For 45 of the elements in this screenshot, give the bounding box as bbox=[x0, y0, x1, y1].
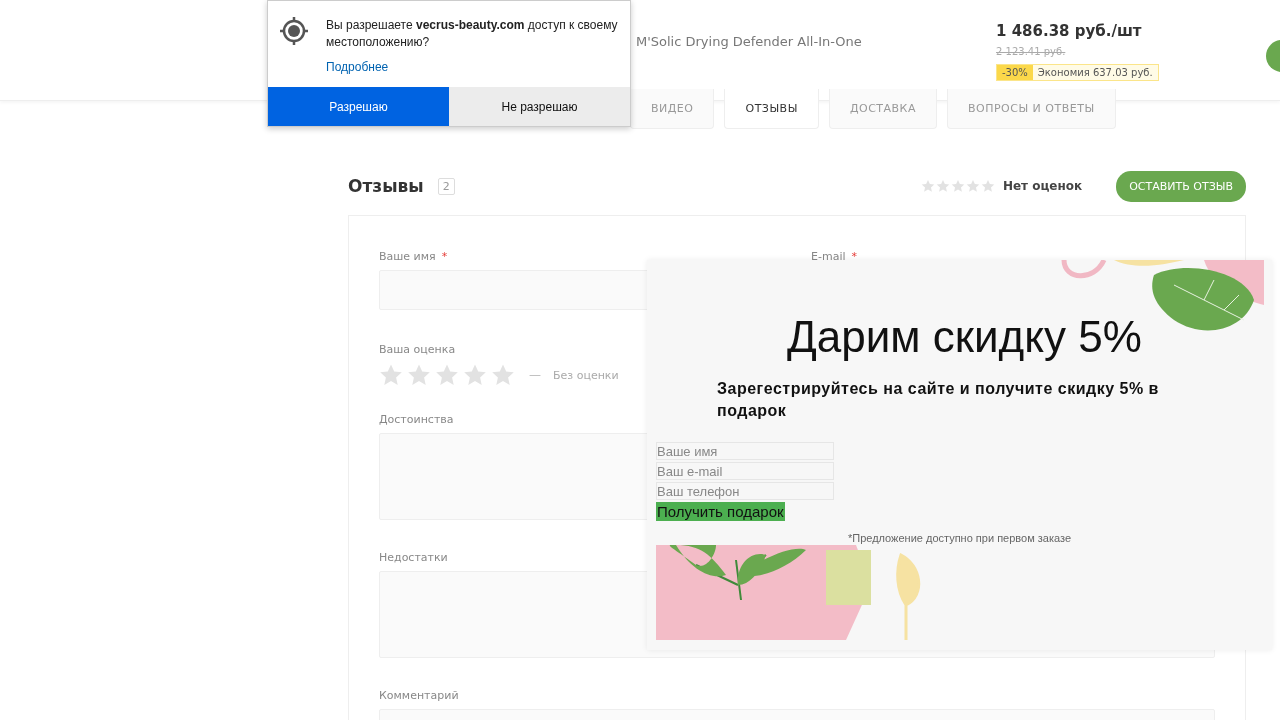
required-mark: * bbox=[851, 250, 857, 263]
tab[interactable]: ОТЗЫВЫ bbox=[724, 89, 819, 129]
star-icon bbox=[980, 179, 995, 193]
star-icon bbox=[935, 179, 950, 193]
star-icon bbox=[920, 179, 935, 193]
discount-badge: -30% bbox=[997, 65, 1033, 80]
savings-label: Экономия 637.03 руб. bbox=[1032, 65, 1158, 80]
star-icon bbox=[491, 363, 515, 387]
promo-subtitle: Зарегестрируйтесь на сайте и получите скидку 5% в подарок bbox=[717, 379, 1160, 421]
star-icon bbox=[435, 363, 459, 387]
dash: — bbox=[529, 368, 541, 382]
tab[interactable]: ВОПРОСЫ И ОТВЕТЫ bbox=[946, 89, 1116, 129]
allow-button[interactable]: Разрешаю bbox=[268, 87, 449, 126]
star-icon bbox=[965, 179, 980, 193]
offer-note: *Предложение доступно при первом заказе bbox=[846, 532, 1073, 544]
tab[interactable]: ДОСТАВКА bbox=[828, 89, 937, 129]
input-field[interactable]: Ваше имя bbox=[656, 442, 834, 460]
promo-title: Дарим скидку 5% bbox=[787, 312, 1142, 362]
leave-review-button[interactable]: ОСТАВИТЬ ОТЗЫВ bbox=[1116, 170, 1246, 202]
field-label: Недостатки bbox=[379, 551, 449, 564]
rating-text: Нет оценок bbox=[1002, 179, 1083, 193]
get-gift-button[interactable]: Получить подарок bbox=[656, 502, 785, 521]
star-icon bbox=[463, 363, 487, 387]
tab[interactable]: ВИДЕО bbox=[630, 89, 715, 129]
required-mark: * bbox=[441, 250, 448, 263]
old-price: 2 123.41 руб. bbox=[996, 46, 1066, 57]
star-icon bbox=[379, 363, 403, 387]
star-icon bbox=[950, 179, 965, 193]
field-label: E-mail bbox=[811, 250, 846, 263]
count-badge: 2 bbox=[437, 177, 455, 195]
location-target-icon bbox=[280, 17, 308, 45]
star-icon bbox=[407, 363, 431, 387]
permission-message: Вы разрешаете vecrus-beauty.com доступ к своему местоположению? bbox=[326, 17, 619, 51]
section-title: Отзывы bbox=[348, 176, 424, 196]
rating-hint: Без оценки bbox=[553, 368, 619, 382]
field-label: Ваше имя bbox=[379, 250, 436, 263]
product-title: M'Solic Drying Defender All-In-One bbox=[636, 34, 862, 49]
input-field[interactable]: Ваш телефон bbox=[656, 482, 834, 500]
learn-more-link[interactable]: Подробнее bbox=[326, 60, 389, 74]
input-field[interactable]: Ваш e-mail bbox=[656, 462, 834, 480]
star-rating-input[interactable] bbox=[379, 363, 515, 387]
deny-button[interactable]: Не разрешаю bbox=[449, 87, 630, 126]
field-label: Комментарий bbox=[379, 689, 460, 702]
field-label: Ваша оценка bbox=[379, 343, 457, 356]
price: 1 486.38 руб./шт bbox=[996, 22, 1143, 40]
